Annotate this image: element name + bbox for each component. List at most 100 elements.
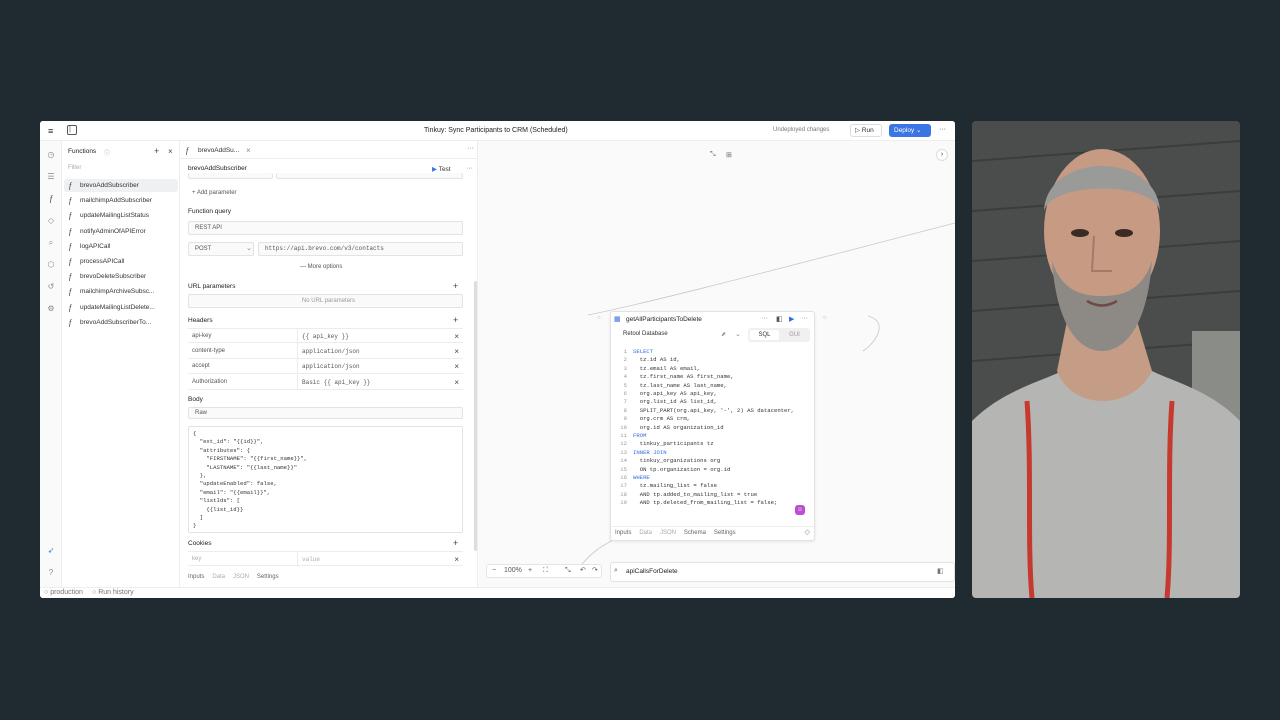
cookie-value-input[interactable]: value: [302, 552, 320, 567]
tab-data[interactable]: Data: [639, 530, 652, 536]
grid-icon[interactable]: ⊞: [726, 151, 732, 159]
tab-settings[interactable]: Settings: [714, 530, 736, 536]
run-node-icon[interactable]: ▶: [789, 315, 794, 323]
delete-header-icon[interactable]: ×: [454, 329, 459, 344]
resource-select[interactable]: REST API: [188, 221, 463, 235]
delete-cookie-icon[interactable]: ×: [454, 552, 459, 567]
tab-settings[interactable]: Settings: [257, 574, 279, 580]
node-title[interactable]: getAllParticipantsToDelete: [626, 316, 702, 323]
header-value-input[interactable]: {{ api_key }}: [302, 329, 349, 344]
ai-assist-icon[interactable]: ☺: [795, 505, 805, 515]
node-output-port[interactable]: ○: [823, 315, 827, 321]
sql-editor[interactable]: 1 SELECT 2 tz.id AS id, 3 tz.email AS email…: [611, 348, 814, 510]
cube-icon[interactable]: ⬡: [45, 259, 57, 271]
layout-icon[interactable]: ⤡: [565, 565, 571, 577]
run-button[interactable]: ▷ Run: [850, 124, 882, 137]
delete-header-icon[interactable]: ×: [454, 359, 459, 374]
function-icon[interactable]: f: [45, 193, 57, 205]
clock-icon[interactable]: ◷: [45, 149, 57, 161]
list-icon[interactable]: ☰: [45, 171, 57, 183]
rocket-icon[interactable]: ➶: [45, 545, 57, 557]
function-list-item[interactable]: f notifyAdminOfAPIError: [64, 225, 178, 238]
header-key-input[interactable]: Authorization: [192, 375, 227, 390]
redo-icon[interactable]: ↷: [592, 565, 598, 577]
node-more-icon[interactable]: ···: [761, 315, 768, 322]
cookie-key-input[interactable]: key: [192, 552, 201, 567]
add-function-icon[interactable]: +: [154, 146, 159, 156]
tab-schema[interactable]: Schema: [684, 530, 706, 536]
settings-icon[interactable]: ⚙: [45, 303, 57, 315]
node-menu-icon[interactable]: ···: [801, 315, 808, 322]
run-history-button[interactable]: ○ Run history: [92, 588, 134, 598]
function-list-item[interactable]: f processAPICall: [64, 255, 178, 268]
header-key-input[interactable]: accept: [192, 359, 210, 374]
editor-scrollbar[interactable]: [474, 281, 477, 551]
delete-header-icon[interactable]: ×: [454, 344, 459, 359]
param-name-input[interactable]: [188, 173, 273, 179]
function-list-item[interactable]: f updateMailingListStatus: [64, 209, 178, 222]
url-input[interactable]: https://api.brevo.com/v3/contacts: [258, 242, 463, 256]
tab-json[interactable]: JSON: [233, 574, 249, 580]
tab-json[interactable]: JSON: [660, 530, 676, 536]
chevron-down-icon[interactable]: ⌄: [735, 330, 741, 338]
close-tab-icon[interactable]: ×: [246, 146, 251, 155]
environment-badge[interactable]: ○ production: [44, 588, 83, 598]
editor-tab-label[interactable]: brevoAddSu...: [198, 147, 239, 154]
header-value-input[interactable]: application/json: [302, 344, 360, 359]
fit-view-icon[interactable]: ⛶: [543, 565, 548, 577]
function-list-item[interactable]: f mailchimpAddSubscriber: [64, 194, 178, 207]
node-settings-icon[interactable]: ◇: [805, 527, 810, 539]
more-menu-icon[interactable]: ···: [939, 126, 946, 133]
body-editor[interactable]: { "ext_id": "{{id}}", "attributes": { "F…: [188, 426, 463, 533]
node-title[interactable]: apiCallsForDelete: [626, 568, 678, 575]
query-node-apiCallsForDelete[interactable]: ⌕ apiCallsForDelete ◧: [610, 562, 955, 582]
function-list-item[interactable]: f brevoAddSubscriberTo...: [64, 316, 178, 329]
tab-inputs[interactable]: Inputs: [615, 530, 631, 536]
query-node-getAllParticipantsToDelete[interactable]: ▦ getAllParticipantsToDelete ··· ◧ ▶ ···…: [610, 311, 815, 541]
filter-input[interactable]: Filter: [68, 165, 176, 171]
body-type-select[interactable]: Raw: [188, 407, 463, 419]
workflow-title[interactable]: Tinkuy: Sync Participants to CRM (Schedu…: [424, 127, 568, 134]
auto-layout-icon[interactable]: ⤡: [710, 151, 716, 159]
add-cookie-icon[interactable]: +: [453, 538, 458, 548]
zoom-out-icon[interactable]: −: [492, 565, 496, 577]
function-list-item[interactable]: f updateMailingListDelete...: [64, 301, 178, 314]
function-list-item[interactable]: f mailchimpArchiveSubsc...: [64, 285, 178, 298]
tag-icon[interactable]: ◇: [45, 215, 57, 227]
add-header-icon[interactable]: +: [453, 315, 458, 325]
header-value-input[interactable]: Basic {{ api_key }}: [302, 375, 370, 390]
function-list-item[interactable]: f logAPICall: [64, 240, 178, 253]
more-options-button[interactable]: — More options: [300, 264, 342, 270]
panel-toggle-icon[interactable]: ▏: [67, 125, 77, 135]
function-list-item[interactable]: f brevoDeleteSubscriber: [64, 270, 178, 283]
param-value-input[interactable]: [276, 173, 463, 179]
function-name[interactable]: brevoAddSubscriber: [188, 165, 247, 172]
help-icon[interactable]: ?: [45, 567, 57, 579]
tab-inputs[interactable]: Inputs: [188, 574, 204, 580]
fn-more-icon[interactable]: ···: [466, 165, 473, 172]
panel-icon[interactable]: ◧: [937, 567, 944, 575]
zoom-in-icon[interactable]: +: [528, 565, 532, 577]
method-select[interactable]: POST: [188, 242, 254, 256]
undo-icon[interactable]: ↶: [580, 565, 586, 577]
node-input-port[interactable]: ○: [597, 315, 601, 321]
history-icon[interactable]: ↺: [45, 281, 57, 293]
delete-header-icon[interactable]: ×: [454, 375, 459, 390]
deploy-button[interactable]: Deploy ⌄: [889, 124, 931, 137]
tab-data[interactable]: Data: [212, 574, 225, 580]
header-value-input[interactable]: application/json: [302, 359, 360, 374]
close-panel-icon[interactable]: ×: [168, 147, 173, 156]
add-url-param-icon[interactable]: +: [453, 281, 458, 291]
test-button[interactable]: ▶ Test: [432, 165, 451, 173]
external-link-icon[interactable]: ⬈: [721, 331, 726, 338]
function-list-item[interactable]: f brevoAddSubscriber: [64, 179, 178, 192]
expand-right-icon[interactable]: ›: [936, 149, 948, 161]
panel-icon[interactable]: ◧: [776, 315, 783, 323]
header-key-input[interactable]: content-type: [192, 344, 225, 359]
add-parameter-button[interactable]: + Add parameter: [192, 190, 237, 196]
sql-mode-button[interactable]: SQL: [750, 330, 779, 340]
tab-more-icon[interactable]: ···: [467, 145, 474, 152]
gui-mode-button[interactable]: GUI: [781, 330, 808, 340]
header-key-input[interactable]: api-key: [192, 329, 211, 344]
retool-logo-icon[interactable]: ≡: [48, 126, 53, 136]
